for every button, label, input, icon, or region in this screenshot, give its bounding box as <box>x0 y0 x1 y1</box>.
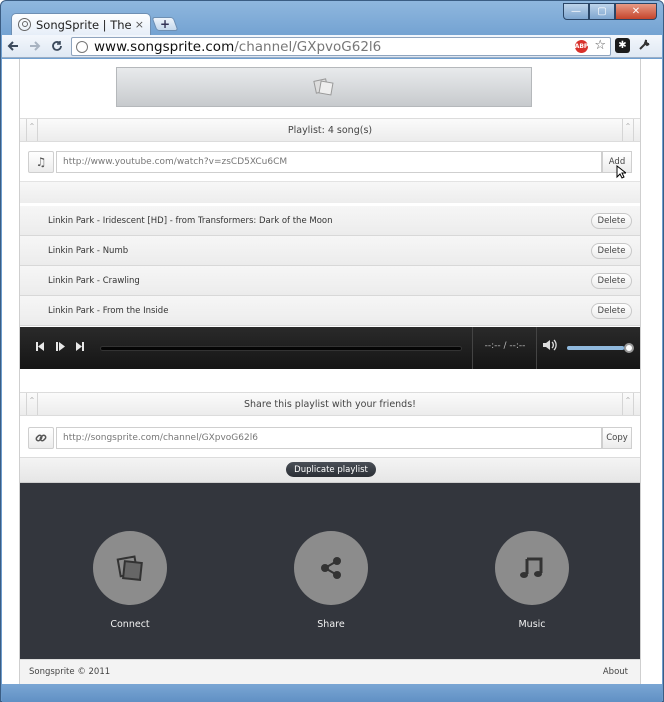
volume-slider[interactable] <box>567 346 627 350</box>
bookmark-star-icon[interactable]: ☆ <box>594 38 606 53</box>
browser-toolbar: www.songsprite.com/channel/GXpvoG62l6 AB… <box>2 35 662 58</box>
minimize-button[interactable]: — <box>563 3 589 20</box>
share-link-row: http://songsprite.com/channel/GXpvoG62l6… <box>28 427 632 449</box>
collapse-right-icon[interactable]: ⌃ <box>622 393 634 415</box>
collapse-left-icon[interactable]: ⌃ <box>26 393 38 415</box>
delete-song-button[interactable]: Delete <box>591 303 632 319</box>
tab-strip: SongSprite | The colla × + — ▢ ✕ <box>1 1 663 35</box>
browser-window: SongSprite | The colla × + — ▢ ✕ www.son… <box>0 0 664 702</box>
playlist-header: ⌃ Playlist: 4 song(s) ⌃ <box>20 118 640 142</box>
track-time: --:-- / --:-- <box>484 341 526 351</box>
collapse-left-icon[interactable]: ⌃ <box>26 119 38 141</box>
song-title: Linkin Park - From the Inside <box>48 305 169 316</box>
spacer-band <box>20 181 640 203</box>
playlist-count: Playlist: 4 song(s) <box>287 124 373 136</box>
player-divider <box>472 327 473 369</box>
share-header: ⌃ Share this playlist with your friends!… <box>20 392 640 416</box>
track-progress-bar[interactable] <box>100 346 462 351</box>
share-title: Share this playlist with your friends! <box>244 398 416 410</box>
volume-icon[interactable] <box>542 338 557 356</box>
play-pause-icon <box>55 342 65 351</box>
photos-placeholder-icon <box>313 78 334 96</box>
globe-icon <box>76 40 88 53</box>
previous-icon <box>36 342 44 351</box>
share-link-input[interactable]: http://songsprite.com/channel/GXpvoG62l6 <box>56 427 602 449</box>
tab-title: SongSprite | The colla <box>36 17 131 32</box>
plus-icon: + <box>159 17 171 31</box>
reload-button[interactable] <box>46 36 68 56</box>
feature-share[interactable]: Share <box>291 531 371 630</box>
play-pause-button[interactable] <box>50 341 70 355</box>
back-button[interactable] <box>2 36 24 56</box>
url-host: www.songsprite.com <box>94 38 235 55</box>
window-bottom-border <box>2 684 662 702</box>
music-note-icon[interactable] <box>495 531 569 605</box>
song-row[interactable]: Linkin Park - Crawling Delete <box>20 266 640 296</box>
next-icon <box>76 342 84 351</box>
delete-song-button[interactable]: Delete <box>591 273 632 289</box>
songsprite-page: ⌃ Playlist: 4 song(s) ⌃ ♫ http://www.you… <box>19 59 641 684</box>
tab-songsprite[interactable]: SongSprite | The colla × <box>11 13 151 35</box>
site-favicon-icon <box>18 18 31 31</box>
copy-link-button[interactable]: Copy <box>602 427 632 449</box>
player-divider <box>536 327 537 369</box>
feature-label: Connect <box>110 619 150 630</box>
maximize-button[interactable]: ▢ <box>589 3 615 20</box>
wrench-menu-icon[interactable] <box>638 38 651 55</box>
previous-track-button[interactable] <box>30 341 50 355</box>
page-footer: Songsprite © 2011 About <box>20 659 640 684</box>
song-title: Linkin Park - Crawling <box>48 275 140 286</box>
song-row[interactable]: Linkin Park - Iridescent [HD] - from Tra… <box>20 206 640 236</box>
collapse-right-icon[interactable]: ⌃ <box>622 119 634 141</box>
back-arrow-icon <box>7 41 18 51</box>
music-note-small-icon: ♫ <box>28 151 54 173</box>
delete-song-button[interactable]: Delete <box>591 213 632 229</box>
wrench-icon <box>639 39 650 50</box>
forward-arrow-icon <box>30 41 41 51</box>
song-title: Linkin Park - Numb <box>48 245 129 256</box>
close-window-button[interactable]: ✕ <box>615 3 657 20</box>
song-row[interactable]: Linkin Park - From the Inside Delete <box>20 296 640 326</box>
adblock-icon[interactable]: ABP <box>575 40 588 53</box>
share-icon[interactable] <box>294 531 368 605</box>
song-row[interactable]: Linkin Park - Numb Delete <box>20 236 640 266</box>
close-tab-icon[interactable]: × <box>135 18 144 31</box>
reload-icon <box>52 41 62 51</box>
window-controls: — ▢ ✕ <box>563 3 657 20</box>
song-url-input[interactable]: http://www.youtube.com/watch?v=zsCD5XCu6… <box>56 151 602 173</box>
banner-area <box>116 67 532 107</box>
page-viewport: ⌃ Playlist: 4 song(s) ⌃ ♫ http://www.you… <box>2 59 662 684</box>
volume-level <box>567 346 624 350</box>
delete-song-button[interactable]: Delete <box>591 243 632 259</box>
add-song-row: ♫ http://www.youtube.com/watch?v=zsCD5XC… <box>28 151 632 173</box>
url-path: /channel/GXpvoG62l6 <box>234 38 382 55</box>
features-footer: Connect Share Music <box>20 483 640 659</box>
link-icon <box>28 427 54 449</box>
duplicate-playlist-button[interactable]: Duplicate playlist <box>286 462 376 477</box>
forward-button[interactable] <box>24 36 46 56</box>
feature-label: Share <box>317 619 345 630</box>
feature-connect[interactable]: Connect <box>90 531 170 630</box>
next-track-button[interactable] <box>70 341 90 355</box>
new-tab-button[interactable]: + <box>151 17 179 31</box>
song-list: Linkin Park - Iridescent [HD] - from Tra… <box>20 206 640 326</box>
photos-icon[interactable] <box>93 531 167 605</box>
feature-label: Music <box>518 619 546 630</box>
about-link[interactable]: About <box>603 667 628 677</box>
extension-icon[interactable]: ✱ <box>615 38 630 53</box>
audio-player: --:-- / --:-- <box>20 327 640 369</box>
address-bar[interactable]: www.songsprite.com/channel/GXpvoG62l6 AB… <box>71 37 611 56</box>
volume-slider-handle[interactable] <box>624 343 634 353</box>
copyright-text: Songsprite © 2011 <box>29 667 111 677</box>
song-title: Linkin Park - Iridescent [HD] - from Tra… <box>48 215 333 226</box>
feature-music[interactable]: Music <box>492 531 572 630</box>
duplicate-band: Duplicate playlist <box>20 457 640 483</box>
